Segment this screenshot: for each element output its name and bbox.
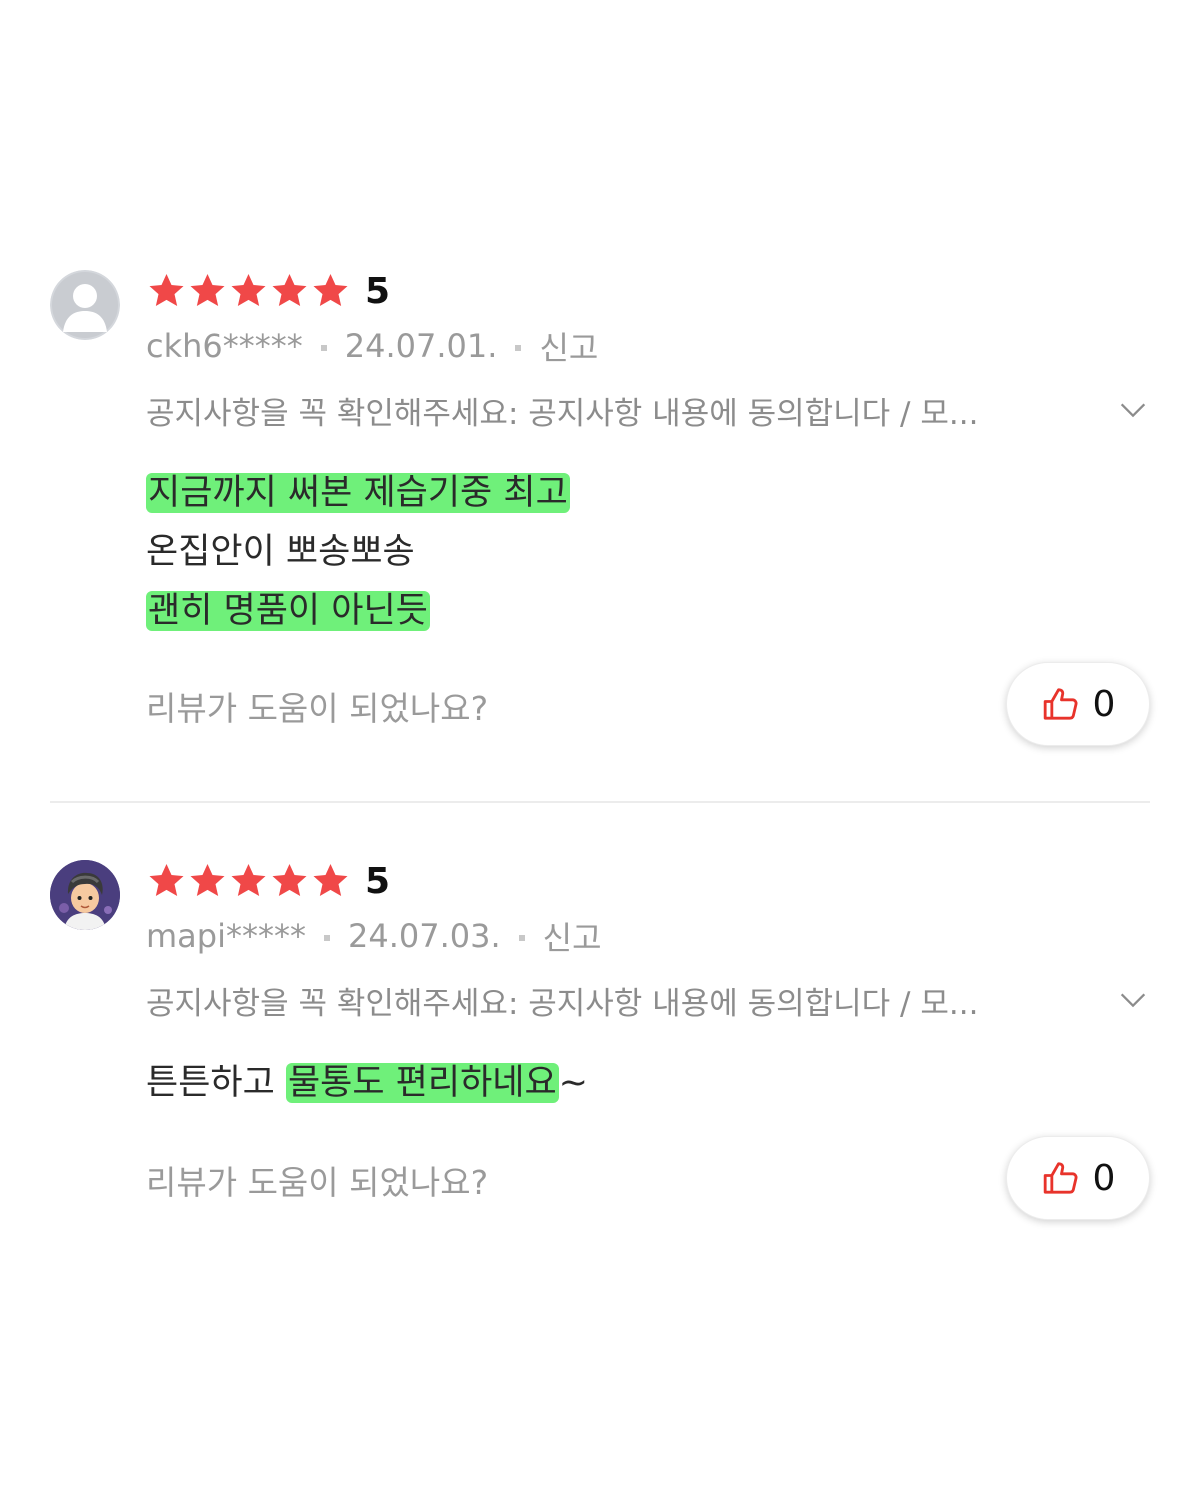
review-line: 튼튼하고 물통도 편리하네요~ [146,1054,1150,1113]
report-link[interactable]: 신고 [543,913,602,959]
like-button[interactable]: 0 [1006,662,1150,746]
review-body: 지금까지 써본 제습기중 최고 온집안이 뽀송뽀송 괜히 명품이 아닌듯 [146,464,1150,641]
helpful-question: 리뷰가 도움이 되었나요? [146,1163,489,1202]
star-icon [149,864,184,896]
star-rating [146,861,351,901]
highlighted-text: 지금까지 써본 제습기중 최고 [146,473,570,513]
review-text: ~ [558,1063,588,1103]
separator-dot [323,935,330,941]
rating: 5 [146,268,390,314]
chevron-down-icon[interactable] [1116,983,1150,1017]
thumbs-up-icon [1043,1162,1078,1194]
star-icon [272,864,307,896]
review-line: 온집안이 뽀송뽀송 [146,523,1150,582]
helpful-question: 리뷰가 도움이 되었나요? [146,689,489,728]
star-icon [149,274,184,306]
review-divider [50,801,1150,803]
review-text: 온집안이 뽀송뽀송 [146,532,415,572]
highlighted-text: 괜히 명품이 아닌듯 [146,591,430,631]
star-icon [231,274,266,306]
helpful-row: 리뷰가 도움이 되었나요? 0 [146,662,1150,748]
review-date: 24.07.03. [347,917,501,955]
separator-dot [518,935,525,941]
report-link[interactable]: 신고 [539,323,598,369]
option-summary[interactable]: 공지사항을 꼭 확인해주세요: 공지사항 내용에 동의합니다 / 모... [146,386,1150,434]
chevron-down-icon[interactable] [1116,393,1150,427]
username: ckh6***** [146,327,303,365]
user-avatar[interactable] [50,860,120,930]
character-avatar-icon [50,860,120,930]
option-summary[interactable]: 공지사항을 꼭 확인해주세요: 공지사항 내용에 동의합니다 / 모... [146,976,1150,1024]
star-icon [313,274,348,306]
review-meta: ckh6***** 24.07.01. 신고 [146,324,598,368]
review-body: 튼튼하고 물통도 편리하네요~ [146,1054,1150,1113]
star-icon [231,864,266,896]
helpful-row: 리뷰가 도움이 되었나요? 0 [146,1136,1150,1222]
like-count: 0 [1092,683,1116,725]
separator-dot [515,345,522,351]
user-avatar[interactable] [50,270,120,340]
star-icon [190,274,225,306]
like-count: 0 [1092,1157,1116,1199]
star-icon [313,864,348,896]
rating: 5 [146,858,390,904]
option-text: 공지사항을 꼭 확인해주세요: 공지사항 내용에 동의합니다 / 모... [146,985,979,1022]
default-user-avatar-icon [50,270,120,340]
username: mapi***** [146,917,306,955]
review-date: 24.07.01. [344,327,498,365]
rating-value: 5 [365,270,391,312]
review-line: 지금까지 써본 제습기중 최고 [146,464,1150,523]
review-meta: mapi***** 24.07.03. 신고 [146,914,602,958]
review-text: 튼튼하고 [146,1063,286,1103]
separator-dot [320,345,327,351]
option-text: 공지사항을 꼭 확인해주세요: 공지사항 내용에 동의합니다 / 모... [146,395,979,432]
review-line: 괜히 명품이 아닌듯 [146,582,1150,641]
highlighted-text: 물통도 편리하네요 [285,1063,559,1103]
thumbs-up-icon [1043,688,1078,720]
star-rating [146,271,351,311]
rating-value: 5 [365,860,391,902]
like-button[interactable]: 0 [1006,1136,1150,1220]
star-icon [190,864,225,896]
star-icon [272,274,307,306]
